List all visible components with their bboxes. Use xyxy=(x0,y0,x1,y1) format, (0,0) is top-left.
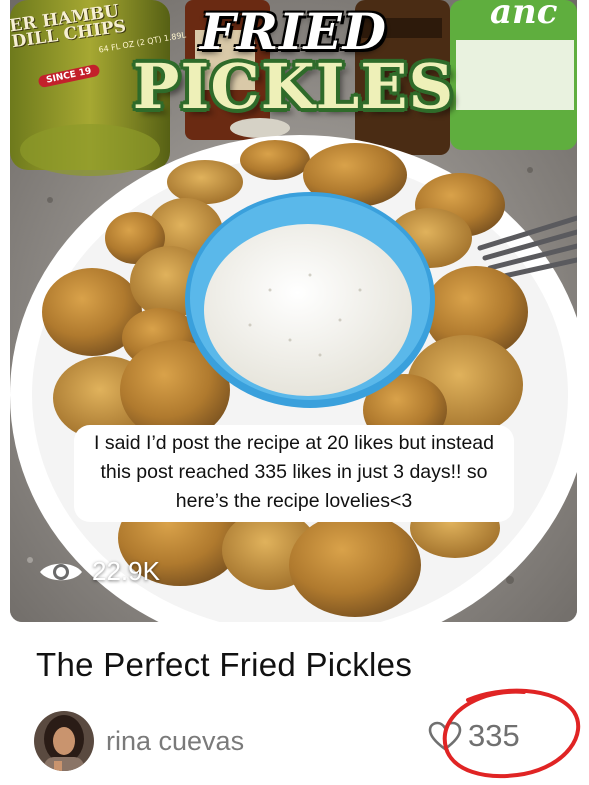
post-cover-image[interactable]: ER HAMBU DILL CHIPS 64 FL OZ (2 QT) 1.89… xyxy=(10,0,577,622)
hero-title-pickles: PICKLES xyxy=(132,50,455,123)
avatar[interactable] xyxy=(34,711,94,771)
like-button[interactable]: 335 xyxy=(428,718,520,754)
post-card[interactable]: ER HAMBU DILL CHIPS 64 FL OZ (2 QT) 1.89… xyxy=(0,0,589,785)
like-count: 335 xyxy=(468,718,520,753)
eye-icon xyxy=(40,563,82,580)
view-count: 22.9K xyxy=(38,556,160,587)
heart-outline-icon[interactable] xyxy=(428,721,462,751)
view-count-value: 22.9K xyxy=(92,556,160,586)
author-info[interactable]: rina cuevas xyxy=(34,711,244,771)
image-caption: I said I’d post the recipe at 20 likes b… xyxy=(74,425,514,522)
post-title[interactable]: The Perfect Fried Pickles xyxy=(36,646,412,684)
author-name[interactable]: rina cuevas xyxy=(106,726,244,757)
